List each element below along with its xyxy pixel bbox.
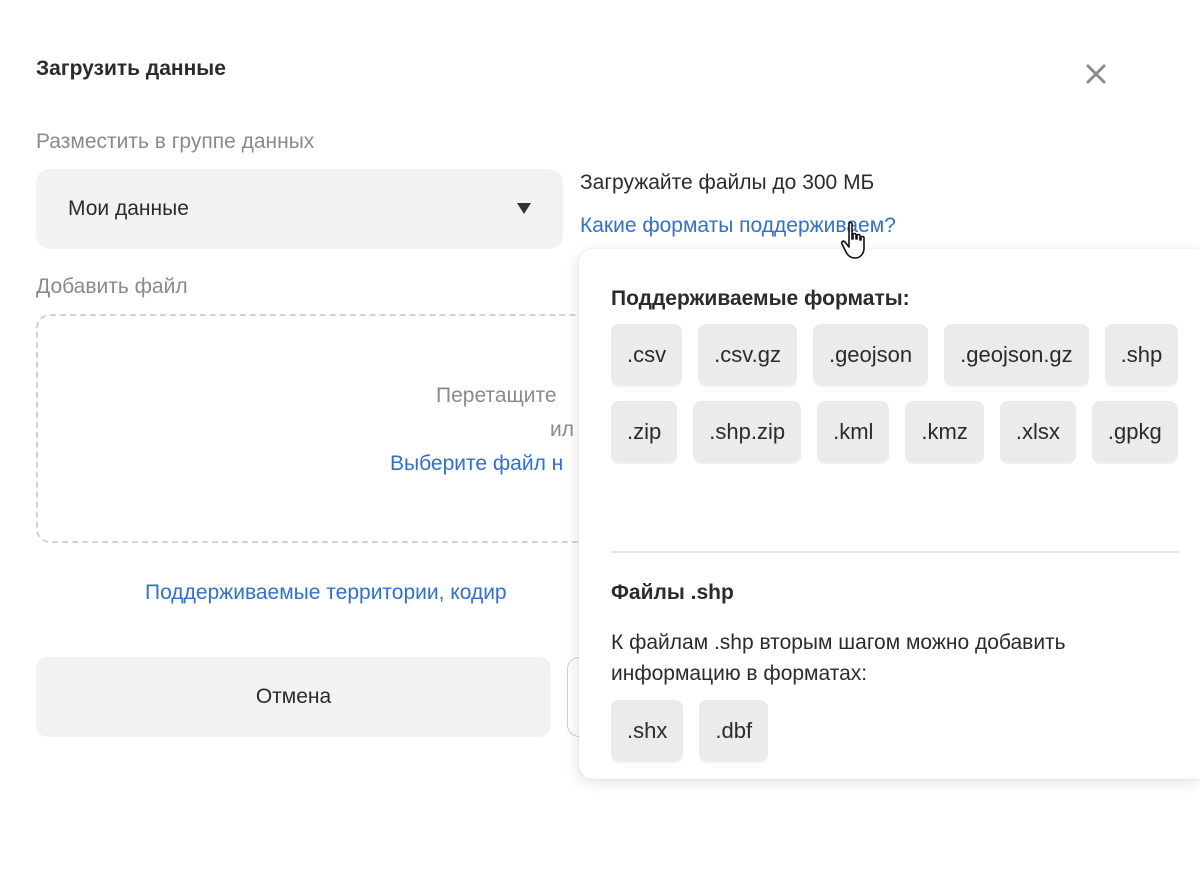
- format-chip: .csv.gz: [698, 324, 797, 385]
- close-icon[interactable]: [1080, 58, 1112, 90]
- chevron-down-icon: [517, 203, 531, 214]
- dropzone-text: Перетащите: [436, 384, 557, 407]
- cancel-button[interactable]: Отмена: [36, 657, 551, 737]
- shp-formats-chip-list: .shx .dbf: [611, 700, 1191, 761]
- format-chip: .zip: [611, 401, 678, 462]
- popover-heading: Поддерживаемые форматы:: [611, 287, 910, 310]
- upload-dialog: Загрузить данные Разместить в группе дан…: [0, 0, 1200, 887]
- group-label: Разместить в группе данных: [36, 130, 315, 153]
- dialog-title: Загрузить данные: [36, 57, 226, 80]
- add-file-label: Добавить файл: [36, 275, 188, 298]
- popover-divider: [611, 551, 1179, 553]
- supported-formats-link[interactable]: Какие форматы поддерживаем?: [580, 214, 896, 238]
- group-select-value: Мои данные: [68, 197, 189, 220]
- supported-territories-link[interactable]: Поддерживаемые территории, кодир: [145, 581, 507, 605]
- format-chip: .kmz: [905, 401, 984, 462]
- format-chip: .geojson.gz: [944, 324, 1089, 385]
- format-chip: .gpkg: [1091, 401, 1178, 462]
- format-chip: .shp.zip: [693, 401, 802, 462]
- shp-description: К файлам .shp вторым шагом можно добавит…: [611, 631, 1066, 685]
- format-chip: .dbf: [699, 700, 769, 761]
- group-select[interactable]: Мои данные: [36, 169, 563, 249]
- format-chip: .shx: [611, 700, 684, 761]
- format-chip: .csv: [611, 324, 683, 385]
- dropzone-or-text: ил: [550, 418, 574, 441]
- formats-popover: Поддерживаемые форматы: .csv .csv.gz .ge…: [579, 249, 1200, 779]
- formats-chip-list: .csv .csv.gz .geojson .geojson.gz .shp .…: [611, 324, 1191, 462]
- format-chip: .kml: [817, 401, 890, 462]
- format-chip: .xlsx: [999, 401, 1076, 462]
- upload-size-hint: Загружайте файлы до 300 МБ: [580, 171, 875, 194]
- choose-file-link[interactable]: Выберите файл н: [390, 452, 563, 476]
- format-chip: .geojson: [812, 324, 929, 385]
- shp-heading: Файлы .shp: [611, 581, 734, 604]
- format-chip: .shp: [1104, 324, 1179, 385]
